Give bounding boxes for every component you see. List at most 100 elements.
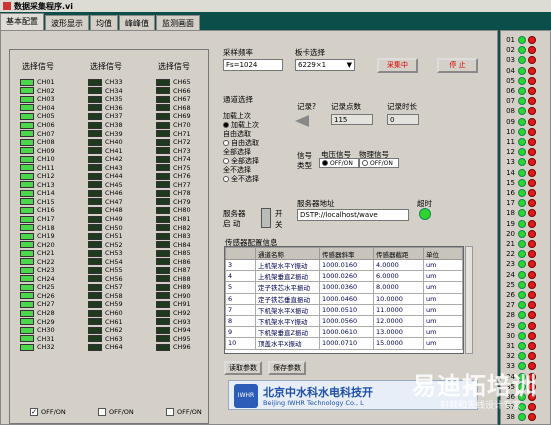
- channel-row[interactable]: CH46: [88, 189, 148, 198]
- offon-toggle-3[interactable]: OFF/ON: [166, 408, 202, 416]
- channel-led-indicator[interactable]: [88, 249, 102, 257]
- channel-row[interactable]: CH96: [156, 343, 216, 352]
- channel-led-indicator[interactable]: [88, 258, 102, 266]
- channel-row[interactable]: CH57: [88, 283, 148, 292]
- channel-led-indicator[interactable]: [20, 326, 34, 334]
- channel-row[interactable]: CH49: [88, 215, 148, 224]
- radio-select-none[interactable]: 全不选择: [223, 174, 283, 183]
- channel-row[interactable]: CH21: [20, 249, 80, 258]
- channel-led-indicator[interactable]: [88, 198, 102, 206]
- channel-row[interactable]: CH25: [20, 283, 80, 292]
- channel-led-indicator[interactable]: [156, 147, 170, 155]
- voltage-toggle[interactable]: OFF/ON: [319, 158, 359, 168]
- table-cell[interactable]: 1000.0710: [319, 337, 374, 350]
- channel-led-indicator[interactable]: [20, 172, 34, 180]
- table-row[interactable]: 9 下机架垂直Z振动 1000.0610 13.0000 um: [225, 326, 463, 339]
- channel-led-indicator[interactable]: [156, 172, 170, 180]
- checkbox[interactable]: ✓: [30, 408, 38, 416]
- tab-mean[interactable]: 均值: [90, 15, 118, 30]
- checkbox[interactable]: [98, 408, 106, 416]
- table-cell[interactable]: 顶盖水平X振动: [255, 337, 320, 350]
- channel-row[interactable]: CH43: [88, 163, 148, 172]
- channel-led-indicator[interactable]: [88, 104, 102, 112]
- table-row[interactable]: 10 顶盖水平X振动 1000.0710 15.0000 um: [225, 337, 463, 350]
- channel-row[interactable]: CH92: [156, 309, 216, 318]
- channel-row[interactable]: CH90: [156, 292, 216, 301]
- channel-led-indicator[interactable]: [88, 95, 102, 103]
- channel-row[interactable]: CH20: [20, 240, 80, 249]
- channel-row[interactable]: CH34: [88, 87, 148, 96]
- table-cell[interactable]: 8.0000: [373, 281, 424, 294]
- channel-row[interactable]: CH36: [88, 104, 148, 113]
- table-cell[interactable]: 10.0000: [373, 292, 424, 305]
- server-address-field[interactable]: DSTP://localhost/wave: [297, 209, 409, 221]
- channel-led-indicator[interactable]: [156, 78, 170, 86]
- channel-led-indicator[interactable]: [88, 172, 102, 180]
- channel-row[interactable]: CH05: [20, 112, 80, 121]
- collecting-button[interactable]: 采集中: [377, 58, 418, 73]
- table-cell[interactable]: 1000.0510: [319, 303, 374, 316]
- read-params-button[interactable]: 读取参数: [224, 361, 262, 375]
- table-cell[interactable]: 下机架水平Y振动: [255, 314, 320, 328]
- channel-row[interactable]: CH95: [156, 334, 216, 343]
- channel-led-indicator[interactable]: [88, 78, 102, 86]
- channel-row[interactable]: CH29: [20, 317, 80, 326]
- tab-peak-to-peak[interactable]: 峰峰值: [119, 15, 155, 30]
- channel-row[interactable]: CH67: [156, 95, 216, 104]
- channel-row[interactable]: CH08: [20, 138, 80, 147]
- channel-led-indicator[interactable]: [156, 121, 170, 129]
- channel-led-indicator[interactable]: [20, 266, 34, 274]
- channel-row[interactable]: CH66: [156, 87, 216, 96]
- radio-dot[interactable]: [223, 121, 229, 128]
- channel-row[interactable]: CH55: [88, 266, 148, 275]
- channel-row[interactable]: CH42: [88, 155, 148, 164]
- channel-row[interactable]: CH81: [156, 215, 216, 224]
- channel-led-indicator[interactable]: [156, 155, 170, 163]
- channel-led-indicator[interactable]: [156, 112, 170, 120]
- channel-led-indicator[interactable]: [88, 266, 102, 274]
- table-cell[interactable]: 15.0000: [373, 337, 424, 350]
- channel-led-indicator[interactable]: [156, 206, 170, 214]
- channel-led-indicator[interactable]: [156, 130, 170, 138]
- channel-led-indicator[interactable]: [88, 189, 102, 197]
- channel-row[interactable]: CH85: [156, 249, 216, 258]
- channel-row[interactable]: CH52: [88, 240, 148, 249]
- channel-row[interactable]: CH77: [156, 181, 216, 190]
- channel-led-indicator[interactable]: [156, 198, 170, 206]
- table-row[interactable]: 4 上机架垂直Z振动 1000.0260 6.0000 um: [225, 270, 463, 283]
- channel-led-indicator[interactable]: [20, 138, 34, 146]
- channel-row[interactable]: CH73: [156, 146, 216, 155]
- table-cell[interactable]: 定子铁芯水平振动: [255, 281, 320, 294]
- channel-led-indicator[interactable]: [88, 147, 102, 155]
- channel-led-indicator[interactable]: [20, 275, 34, 283]
- channel-row[interactable]: CH79: [156, 198, 216, 207]
- channel-row[interactable]: CH59: [88, 300, 148, 309]
- channel-led-indicator[interactable]: [88, 224, 102, 232]
- toggle-dot[interactable]: [322, 160, 328, 166]
- channel-led-indicator[interactable]: [156, 215, 170, 223]
- channel-row[interactable]: CH30: [20, 326, 80, 335]
- table-cell[interactable]: um: [423, 326, 463, 339]
- channel-row[interactable]: CH10: [20, 155, 80, 164]
- channel-led-indicator[interactable]: [156, 292, 170, 300]
- channel-led-indicator[interactable]: [156, 181, 170, 189]
- radio-dot[interactable]: [223, 139, 229, 146]
- channel-led-indicator[interactable]: [20, 164, 34, 172]
- table-cell[interactable]: 6.0000: [373, 270, 424, 283]
- table-row[interactable]: 6 定子铁芯垂直振动 1000.0460 10.0000 um: [225, 292, 463, 305]
- channel-row[interactable]: CH94: [156, 326, 216, 335]
- sampling-field[interactable]: Fs=1024: [223, 59, 283, 71]
- offon-toggle-2[interactable]: OFF/ON: [98, 408, 134, 416]
- channel-row[interactable]: CH40: [88, 138, 148, 147]
- offon-toggle-1[interactable]: ✓ OFF/ON: [30, 408, 66, 416]
- channel-led-indicator[interactable]: [156, 335, 170, 343]
- table-cell[interactable]: 3: [225, 258, 256, 272]
- table-cell[interactable]: 1000.0610: [319, 326, 374, 339]
- channel-led-indicator[interactable]: [88, 181, 102, 189]
- table-cell[interactable]: 上机架垂直Z振动: [255, 270, 320, 283]
- channel-led-indicator[interactable]: [156, 275, 170, 283]
- channel-row[interactable]: CH18: [20, 223, 80, 232]
- channel-led-indicator[interactable]: [20, 112, 34, 120]
- table-cell[interactable]: um: [423, 281, 463, 294]
- channel-row[interactable]: CH44: [88, 172, 148, 181]
